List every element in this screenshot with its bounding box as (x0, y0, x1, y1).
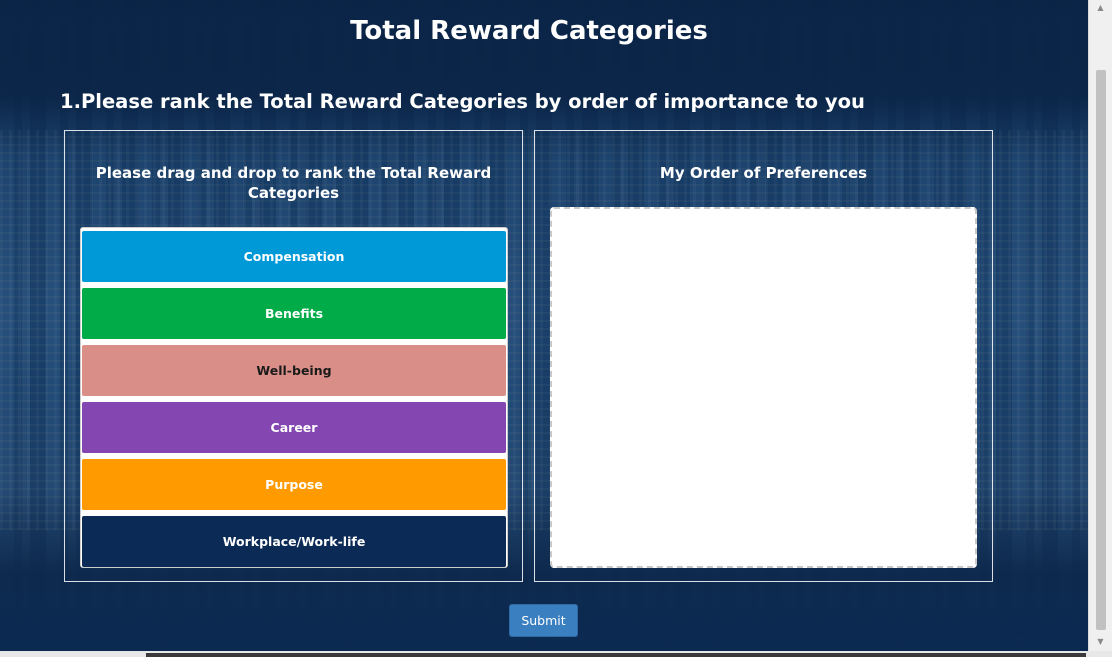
category-item-benefits[interactable]: Benefits (82, 288, 506, 339)
category-label: Benefits (264, 306, 324, 321)
category-item-career[interactable]: Career (82, 402, 506, 453)
submit-button[interactable]: Submit (509, 604, 578, 637)
page-title: Total Reward Categories (350, 16, 708, 46)
scroll-up-icon[interactable]: ▲ (1089, 0, 1112, 14)
source-panel-heading: Please drag and drop to rank the Total R… (95, 164, 492, 202)
horizontal-scrollbar[interactable] (0, 651, 1112, 657)
category-list: Compensation Benefits Well-being Career … (80, 227, 508, 568)
preference-drop-zone[interactable] (550, 207, 977, 568)
category-item-compensation[interactable]: Compensation (82, 231, 506, 282)
preference-panel: My Order of Preferences (534, 130, 993, 582)
category-label: Well-being (256, 363, 332, 378)
category-label: Career (270, 420, 318, 435)
category-label: Workplace/Work-life (222, 534, 366, 549)
category-item-purpose[interactable]: Purpose (82, 459, 506, 510)
preference-panel-heading: My Order of Preferences (659, 164, 868, 182)
scrollbar-thumb[interactable] (1096, 70, 1106, 630)
category-source-panel: Please drag and drop to rank the Total R… (64, 130, 523, 582)
vertical-scrollbar[interactable]: ▲ ▼ (1088, 0, 1112, 651)
page-background: Total Reward Categories 1.Please rank th… (0, 0, 1088, 651)
category-label: Compensation (243, 249, 345, 264)
scroll-down-icon[interactable]: ▼ (1089, 634, 1112, 648)
category-item-workplace-work-life[interactable]: Workplace/Work-life (82, 516, 506, 567)
category-item-well-being[interactable]: Well-being (82, 345, 506, 396)
category-label: Purpose (265, 477, 323, 492)
horizontal-scrollbar-thumb[interactable] (146, 653, 1086, 657)
question-heading: 1.Please rank the Total Reward Categorie… (60, 90, 865, 113)
